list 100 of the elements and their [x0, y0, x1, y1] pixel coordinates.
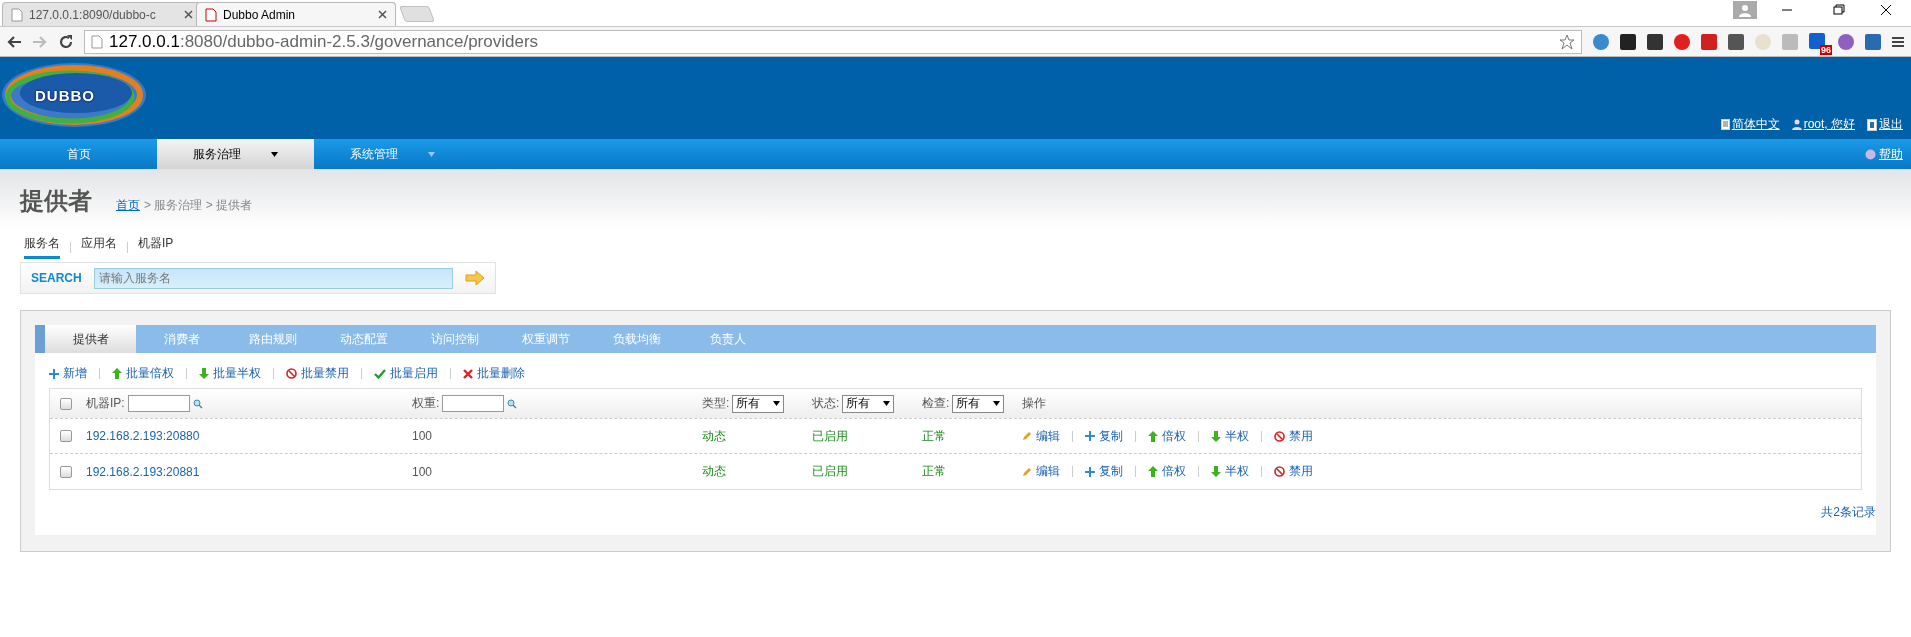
extension-badge: 96 — [1820, 44, 1832, 55]
close-icon[interactable] — [184, 10, 193, 19]
search-tab[interactable]: 服务名 — [24, 235, 60, 259]
ban-icon — [1274, 466, 1285, 477]
column-label: 类型: — [702, 395, 730, 412]
up-arrow-icon — [1148, 430, 1158, 442]
weight-filter-field[interactable] — [442, 395, 505, 412]
row-action[interactable]: 倍权 — [1148, 427, 1186, 445]
type-cell: 动态 — [702, 428, 726, 443]
column-label: 操作 — [1022, 395, 1046, 412]
down-arrow-icon — [199, 368, 209, 379]
column-label: 权重: — [412, 395, 440, 412]
toolbar-action[interactable]: 批量半权 — [199, 365, 261, 382]
row-action[interactable]: 编辑 — [1022, 463, 1060, 480]
reload-icon[interactable] — [58, 33, 74, 50]
document-icon — [1720, 119, 1730, 130]
column-label: 状态: — [812, 395, 840, 412]
close-icon[interactable] — [378, 10, 387, 19]
down-arrow-icon — [1211, 430, 1221, 442]
up-arrow-icon — [112, 368, 122, 379]
filter-select[interactable]: 所有 — [952, 394, 1005, 413]
url-host: 127.0.0.1 — [109, 31, 180, 52]
row-checkbox[interactable] — [60, 465, 72, 478]
extension-icon[interactable] — [1646, 32, 1664, 51]
up-arrow-icon — [1148, 466, 1158, 477]
check-cell: 正常 — [922, 428, 946, 443]
search-label: SEARCH — [31, 271, 82, 285]
row-action[interactable]: 禁用 — [1274, 463, 1313, 480]
plus-icon — [1085, 431, 1095, 441]
check-cell: 正常 — [922, 464, 946, 478]
menu-icon[interactable] — [1891, 34, 1905, 49]
record-count: 共2条记录 — [1821, 504, 1876, 521]
url-path: :8080/dubbo-admin-2.5.3/governance/providers — [179, 31, 539, 52]
filter-select[interactable]: 所有 — [842, 394, 895, 413]
toolbar-action[interactable]: 批量启用 — [374, 365, 438, 382]
page-icon — [11, 7, 23, 22]
caret-icon — [993, 401, 1001, 406]
row-action[interactable]: 禁用 — [1274, 427, 1313, 445]
provider-address-link[interactable]: 192.168.2.193:20881 — [86, 464, 200, 479]
search-field[interactable]: 请输入服务名 — [93, 267, 453, 289]
status-cell: 已启用 — [812, 464, 848, 478]
plus-icon — [49, 368, 59, 379]
panel-tab[interactable]: 提供者 — [45, 325, 136, 353]
nav-item[interactable]: 系统管理 — [314, 139, 471, 169]
toolbar-action[interactable]: 批量倍权 — [112, 365, 174, 382]
check-icon — [374, 368, 386, 379]
breadcrumb-text: > 服务治理 > 提供者 — [144, 197, 253, 214]
toolbar-action[interactable]: 批量删除 — [463, 365, 525, 382]
cross-icon — [463, 368, 473, 379]
toolbar-action[interactable]: 批量禁用 — [286, 365, 349, 382]
weight-cell: 100 — [412, 429, 433, 443]
extension-icon[interactable] — [1727, 32, 1745, 51]
status-cell: 已启用 — [812, 428, 848, 443]
column-label: 检查: — [922, 395, 950, 412]
caret-icon — [883, 401, 891, 406]
row-action[interactable]: 倍权 — [1148, 463, 1186, 480]
address-bar[interactable]: 127.0.0.1:8080/dubbo-admin-2.5.3/governance/providers — [84, 29, 1582, 54]
weight-cell: 100 — [412, 464, 433, 479]
nav-item[interactable]: 首页 — [0, 139, 157, 169]
select-all-checkbox[interactable] — [60, 397, 72, 410]
user-icon — [1791, 119, 1802, 130]
toolbar-action[interactable]: 新增 — [49, 365, 87, 382]
caret-icon — [773, 401, 781, 406]
tab-title: Dubbo Admin — [223, 7, 297, 22]
page-icon — [91, 34, 103, 49]
help-link[interactable]: 帮助 — [1865, 139, 1911, 169]
extension-icon[interactable] — [1619, 32, 1637, 51]
star-icon[interactable] — [1559, 33, 1575, 50]
breadcrumb-link[interactable]: 首页 — [116, 197, 140, 214]
provider-address-link[interactable]: 192.168.2.193:20880 — [86, 429, 200, 443]
filter-select[interactable]: 所有 — [732, 394, 785, 413]
search-icon[interactable] — [192, 398, 203, 409]
row-action[interactable]: 复制 — [1085, 463, 1123, 480]
header-link[interactable]: root, 您好 — [1791, 116, 1855, 133]
pencil-icon — [1022, 431, 1032, 441]
row-action[interactable]: 编辑 — [1022, 427, 1060, 445]
exit-icon — [1867, 118, 1877, 131]
profile-icon[interactable] — [1733, 1, 1757, 19]
favicon-icon — [205, 7, 217, 22]
row-action[interactable]: 复制 — [1085, 427, 1123, 445]
header-link[interactable]: 简体中文 — [1720, 116, 1780, 133]
back-icon[interactable] — [6, 34, 22, 49]
ip-filter-field[interactable] — [127, 395, 190, 412]
type-cell: 动态 — [702, 464, 726, 478]
search-tab[interactable]: 机器IP — [138, 235, 174, 259]
arrow-right-icon[interactable] — [465, 271, 485, 285]
search-tab[interactable]: 应用名 — [81, 235, 117, 259]
pencil-icon — [1022, 466, 1032, 477]
nav-item[interactable]: 服务治理 — [157, 139, 314, 169]
page-title: 提供者 — [20, 186, 92, 216]
browser-tab[interactable]: Dubbo Admin — [196, 2, 396, 26]
plus-icon — [1085, 466, 1095, 477]
ban-icon — [1274, 430, 1285, 442]
row-action[interactable]: 半权 — [1211, 463, 1249, 480]
search-icon[interactable] — [507, 398, 518, 409]
tab-title: 127.0.0.1:8090/dubbo-c — [29, 7, 157, 22]
row-action[interactable]: 半权 — [1211, 427, 1249, 445]
header-link[interactable]: 退出 — [1867, 116, 1903, 133]
ban-icon — [286, 368, 297, 379]
row-checkbox[interactable] — [60, 430, 72, 442]
